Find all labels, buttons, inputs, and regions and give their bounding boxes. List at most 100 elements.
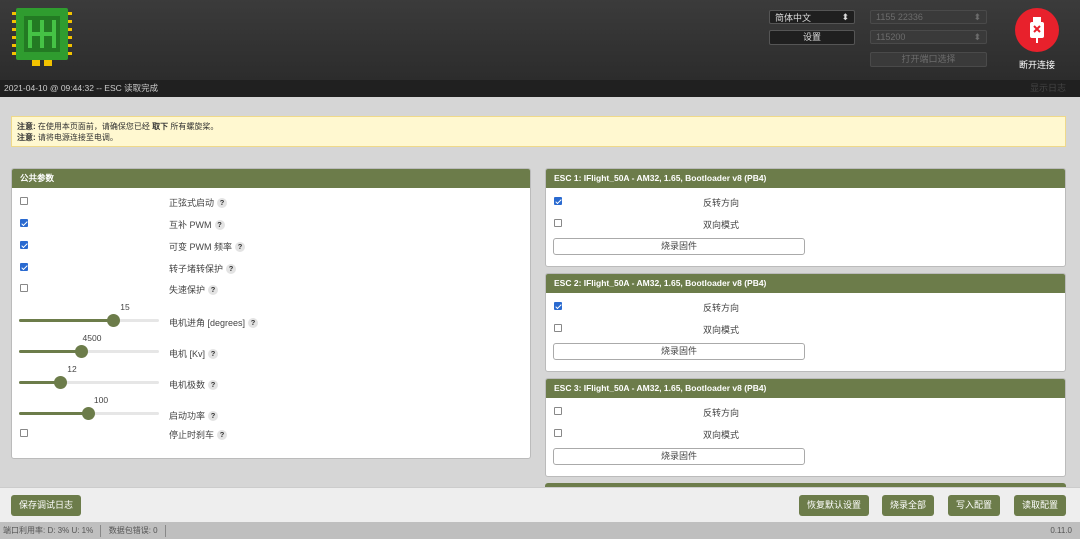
slider-value: 100 [93,395,109,405]
slider-thumb[interactable] [54,376,67,389]
motor-kv-slider[interactable] [19,345,159,358]
slider-fill [19,350,81,353]
disconnect-label: 断开连接 [1018,60,1055,70]
reverse-direction-label: 反转方向 [703,303,740,313]
slider-thumb[interactable] [82,407,95,420]
slider-thumb[interactable] [107,314,120,327]
stall-protection-checkbox[interactable] [20,284,28,292]
port-select[interactable]: 1155 22336 ⬍ [870,10,987,24]
motor-poles-row: 电机极数? [169,378,219,391]
slider-value: 4500 [82,333,102,343]
stuck-rotor-row: 转子堵转保护? [169,262,237,275]
port-utilization: 端口利用率: D: 3% U: 1% [3,526,94,535]
baud-select[interactable]: 115200 ⬍ [870,30,987,44]
checkbox-label: 失速保护 [169,285,206,295]
startup-power-row: 启动功率? [169,409,219,422]
reverse-direction-checkbox[interactable] [554,407,562,415]
bidirectional-checkbox[interactable] [554,324,562,332]
notice-text: 在使用本页面前，请确保您已经 [37,122,150,131]
divider [100,524,102,537]
divider [164,524,166,537]
checkbox-label: 互补 PWM [169,220,212,230]
complementary-pwm-checkbox[interactable] [20,219,28,227]
warning-notice: 注意: 在使用本页面前，请确保您已经 取下 所有螺旋桨。 注意: 请将电源连接至… [11,116,1066,147]
help-icon[interactable]: ? [235,241,245,252]
notice-bold: 取下 [152,122,169,131]
main-content: 注意: 在使用本页面前，请确保您已经 取下 所有螺旋桨。 注意: 请将电源连接至… [0,97,1080,487]
notice-prefix: 注意: [17,133,36,142]
header: 简体中文 ⬍ 设置 1155 22336 ⬍ 115200 ⬍ 打开端口选择 断… [0,0,1080,80]
write-config-button[interactable]: 写入配置 [948,495,1000,516]
sine-startup-checkbox[interactable] [20,197,28,205]
esc-title: ESC 1: IFlight_50A - AM32, 1.65, Bootloa… [546,169,1065,188]
help-icon[interactable]: ? [208,410,219,421]
motor-poles-slider[interactable] [19,376,159,389]
slider-value: 15 [120,302,130,312]
help-icon[interactable]: ? [208,284,219,295]
select-arrows-icon: ⬍ [841,11,849,22]
help-icon[interactable]: ? [217,429,228,440]
reverse-direction-label: 反转方向 [703,198,740,208]
sine-startup-row: 正弦式启动? [169,196,228,209]
disconnect-button[interactable]: 断开连接 [1012,8,1062,70]
checkbox-label: 可变 PWM 频率 [169,242,232,252]
flash-firmware-button[interactable]: 烧录固件 [553,343,805,360]
brake-on-stop-checkbox[interactable] [20,429,28,437]
language-value: 简体中文 [775,12,812,23]
help-icon[interactable]: ? [226,263,237,274]
usb-disconnect-icon [1015,8,1059,52]
reverse-direction-checkbox[interactable] [554,302,562,310]
bidirectional-checkbox[interactable] [554,219,562,227]
slider-value: 12 [67,364,77,374]
open-port-button[interactable]: 打开端口选择 [870,52,987,67]
log-message: 2021-04-10 @ 09:44:32 -- ESC 读取完成 [4,83,159,93]
checkbox-label: 停止时刹车 [169,430,215,440]
slider-fill [19,412,88,415]
help-icon[interactable]: ? [217,197,228,208]
help-icon[interactable]: ? [208,379,219,390]
bidirectional-checkbox[interactable] [554,429,562,437]
status-bar: 端口利用率: D: 3% U: 1% 数据包错误: 0 0.11.0 [0,522,1080,539]
startup-power-slider[interactable] [19,407,159,420]
flash-firmware-button[interactable]: 烧录固件 [553,238,805,255]
stuck-rotor-checkbox[interactable] [20,263,28,271]
slider-thumb[interactable] [75,345,88,358]
common-params-panel: 公共参数 正弦式启动? 互补 PWM? 可变 PWM 频率? 转子堵转保护? 失… [11,168,531,459]
variable-pwm-checkbox[interactable] [20,241,28,249]
slider-label: 电机 [Kv] [169,349,206,359]
help-icon[interactable]: ? [214,219,225,230]
esc-board-logo [12,8,72,66]
select-arrows-icon: ⬍ [973,11,981,22]
brake-on-stop-row: 停止时刹车? [169,428,228,441]
esc-3-panel: ESC 3: IFlight_50A - AM32, 1.65, Bootloa… [545,378,1066,477]
help-icon[interactable]: ? [248,317,259,328]
flash-all-button[interactable]: 烧录全部 [882,495,934,516]
complementary-pwm-row: 互补 PWM? [169,218,225,231]
port-value: 1155 22336 [876,12,923,22]
reverse-direction-checkbox[interactable] [554,197,562,205]
app-version: 0.11.0 [1050,526,1072,535]
read-config-button[interactable]: 读取配置 [1014,495,1066,516]
motor-kv-row: 电机 [Kv]? [169,347,219,360]
esc-title: ESC 3: IFlight_50A - AM32, 1.65, Bootloa… [546,379,1065,398]
flash-firmware-button[interactable]: 烧录固件 [553,448,805,465]
slider-label: 电机进角 [degrees] [169,318,246,328]
bottom-toolbar: 保存调试日志 恢复默认设置 烧录全部 写入配置 读取配置 [0,487,1080,522]
esc-title: ESC 2: IFlight_50A - AM32, 1.65, Bootloa… [546,274,1065,293]
language-select[interactable]: 简体中文 ⬍ [769,10,855,24]
timing-advance-slider[interactable] [19,314,159,327]
notice-suffix: 所有螺旋桨。 [170,122,219,131]
packet-errors: 数据包错误: 0 [108,526,158,535]
help-icon[interactable]: ? [208,348,219,359]
bidirectional-label: 双向模式 [703,325,740,335]
settings-button[interactable]: 设置 [769,30,855,45]
baud-value: 115200 [876,32,906,42]
save-debug-log-button[interactable]: 保存调试日志 [11,495,81,516]
show-log-link[interactable]: 显示日志 [1030,80,1066,97]
esc-1-panel: ESC 1: IFlight_50A - AM32, 1.65, Bootloa… [545,168,1066,267]
checkbox-label: 转子堵转保护 [169,264,224,274]
checkbox-label: 正弦式启动 [169,198,215,208]
restore-defaults-button[interactable]: 恢复默认设置 [799,495,869,516]
log-bar: 2021-04-10 @ 09:44:32 -- ESC 读取完成 显示日志 [0,80,1080,97]
panel-title: 公共参数 [12,169,530,188]
